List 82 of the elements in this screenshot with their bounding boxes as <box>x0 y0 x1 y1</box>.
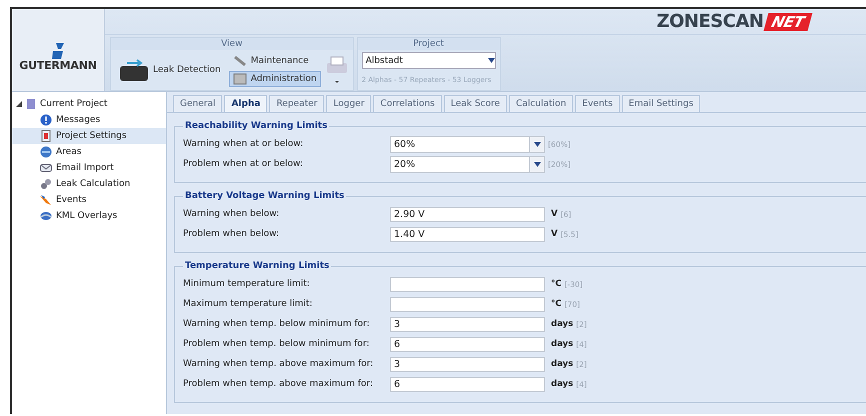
tree-item[interactable]: Email Import <box>12 160 166 176</box>
tree-label: Messages <box>56 115 100 125</box>
dropdown-field[interactable]: 20% <box>390 156 530 172</box>
item-icon <box>40 146 52 158</box>
tree-label: Leak Calculation <box>56 179 130 189</box>
tab[interactable]: Repeater <box>269 95 324 112</box>
admin-icon <box>232 73 247 85</box>
tree-label: Email Import <box>56 163 114 173</box>
project-dropdown[interactable]: Albstadt <box>362 52 496 69</box>
folder-icon <box>26 98 36 110</box>
tab[interactable]: Calculation <box>508 95 574 112</box>
unit-label: days <box>551 319 574 329</box>
item-icon <box>40 130 52 142</box>
item-icon <box>40 162 52 174</box>
product-logo: ZONESCAN NET <box>656 11 810 32</box>
logo-icon <box>52 42 64 58</box>
input-field[interactable]: 2.90 V <box>390 206 545 222</box>
input-field[interactable]: 6 <box>390 376 545 392</box>
field-label: Warning when temp. above maximum for: <box>183 359 374 369</box>
field-label: Warning when below: <box>183 209 280 219</box>
tab[interactable]: Correlations <box>373 95 442 112</box>
dropdown-field[interactable]: 60% <box>390 136 530 152</box>
tree-item[interactable]: Events <box>12 192 166 208</box>
group-title: View <box>111 38 353 50</box>
unit-label: °C <box>551 299 562 309</box>
input-field[interactable] <box>390 296 545 312</box>
input-field[interactable]: 1.40 V <box>390 226 545 242</box>
unit-label: days <box>551 379 574 389</box>
section-title: Battery Voltage Warning Limits <box>184 191 346 201</box>
tab[interactable]: Email Settings <box>622 95 700 112</box>
section-title: Reachability Warning Limits <box>184 121 328 131</box>
tree-item[interactable]: Areas <box>12 144 166 160</box>
unit-label: °C <box>551 279 562 289</box>
unit-label: days <box>551 339 574 349</box>
field-label: Warning when temp. below minimum for: <box>183 319 371 329</box>
pipe-icon <box>119 57 149 83</box>
caret-icon <box>534 142 540 146</box>
tree-label: Current Project <box>40 99 108 109</box>
dropdown-button[interactable] <box>530 136 545 152</box>
tree-label: Areas <box>56 147 82 157</box>
input-field[interactable]: 3 <box>390 316 545 332</box>
item-icon <box>40 178 52 190</box>
section-title: Temperature Warning Limits <box>184 261 330 271</box>
field-label: Problem when temp. below minimum for: <box>183 339 370 349</box>
view-button[interactable]: Leak Detection <box>115 55 225 85</box>
wrench-icon <box>232 55 247 67</box>
item-icon <box>40 210 52 222</box>
field-label: Problem when temp. above maximum for: <box>183 379 374 389</box>
field-label: Problem when below: <box>183 229 280 239</box>
item-icon <box>40 194 52 206</box>
field-label: Minimum temperature limit: <box>183 279 311 289</box>
input-field[interactable] <box>390 276 545 292</box>
tree-item[interactable]: Leak Calculation <box>12 176 166 192</box>
tree-item[interactable]: Project Settings <box>12 128 166 144</box>
expand-icon[interactable] <box>16 101 22 107</box>
dropdown-button[interactable] <box>530 156 545 172</box>
tab[interactable]: Leak Score <box>444 95 507 112</box>
tree-label: Project Settings <box>56 131 127 141</box>
unit-label: V <box>551 209 558 219</box>
view-button[interactable]: Administration <box>228 71 321 87</box>
view-button[interactable]: Maintenance <box>228 53 321 69</box>
tab[interactable]: Events <box>575 95 620 112</box>
unit-label: days <box>551 359 574 369</box>
input-field[interactable]: 6 <box>390 336 545 352</box>
input-field[interactable]: 3 <box>390 356 545 372</box>
field-label: Maximum temperature limit: <box>183 299 314 309</box>
caret-icon <box>534 162 540 166</box>
tree-item[interactable]: Current Project <box>12 96 166 112</box>
tab[interactable]: General <box>173 95 222 112</box>
tab[interactable]: Logger <box>326 95 372 112</box>
caret-icon <box>488 58 495 63</box>
field-label: Problem when at or below: <box>183 159 304 169</box>
tree-item[interactable]: Messages <box>12 112 166 128</box>
unit-label: V <box>551 229 558 239</box>
tree-label: Events <box>56 195 86 205</box>
tree-item[interactable]: KML Overlays <box>12 208 166 224</box>
field-label: Warning when at or below: <box>183 139 304 149</box>
brand-name: GUTERMANN <box>19 58 97 72</box>
tab[interactable]: Alpha <box>224 95 268 112</box>
group-title: Project <box>358 38 500 50</box>
tree-label: KML Overlays <box>56 211 118 221</box>
item-icon <box>40 114 52 126</box>
